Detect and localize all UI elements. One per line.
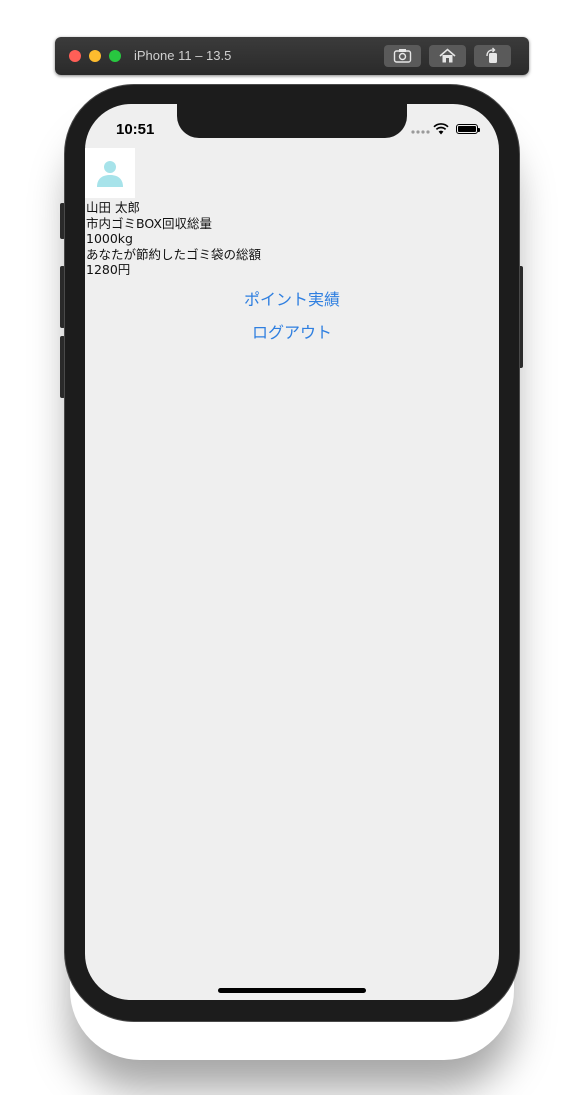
simulator-toolbar: iPhone 11 – 13.5 — [55, 37, 529, 75]
simulator-title: iPhone 11 – 13.5 — [134, 48, 232, 63]
home-icon — [439, 48, 456, 63]
home-indicator[interactable] — [218, 988, 366, 993]
person-icon — [97, 161, 123, 187]
close-window-button[interactable] — [69, 50, 81, 62]
signal-dots-icon — [411, 130, 430, 134]
wifi-icon — [433, 123, 449, 135]
status-time: 10:51 — [116, 121, 155, 138]
screenshot-icon — [393, 49, 412, 63]
home-button[interactable] — [429, 45, 466, 67]
profile-info: 山田 太郎 市内ゴミBOX回収総量 1000kg あなたが節約したゴミ袋の総額 … — [86, 200, 261, 278]
minimize-window-button[interactable] — [89, 50, 101, 62]
logout-button[interactable]: ログアウト — [85, 319, 499, 343]
zoom-window-button[interactable] — [109, 50, 121, 62]
saved-amount-value: 1280円 — [86, 262, 131, 277]
box-total-value: 1000kg — [86, 231, 133, 246]
point-history-button[interactable]: ポイント実績 — [85, 286, 499, 310]
battery-icon — [456, 124, 480, 134]
user-name: 山田 太郎 — [86, 200, 140, 215]
rotate-icon — [486, 47, 497, 63]
saved-amount-label: あなたが節約したゴミ袋の総額 — [86, 246, 262, 262]
screenshot-button[interactable] — [384, 45, 421, 67]
notch — [177, 104, 407, 138]
app-screen: 10:51 山田 太郎 市内ゴミBOX回収総量 1000kg あなたが節約したゴ… — [85, 104, 499, 1000]
avatar — [85, 148, 135, 198]
box-total-label: 市内ゴミBOX回収総量 — [86, 215, 212, 231]
status-indicators — [411, 123, 483, 137]
rotate-button[interactable] — [474, 45, 511, 67]
